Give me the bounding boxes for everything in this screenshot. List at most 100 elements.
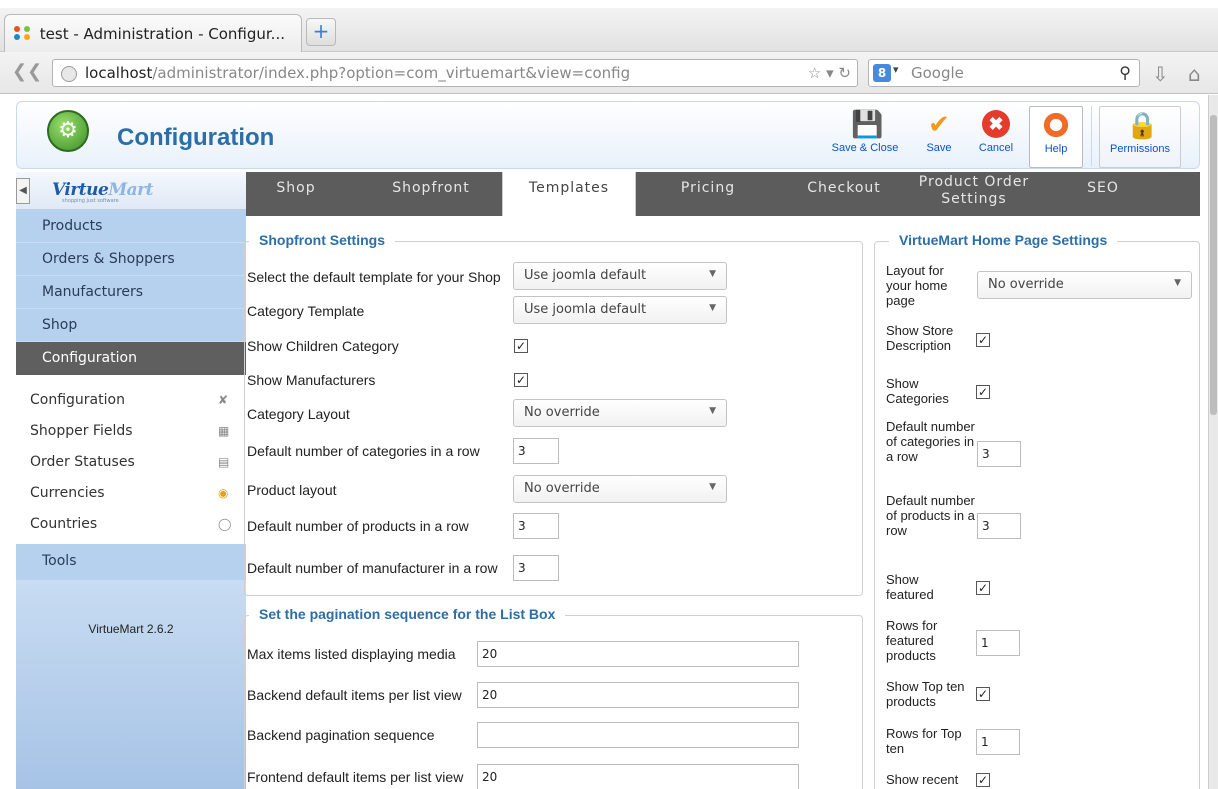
default-template-select[interactable]: Use joomla default ▼ bbox=[513, 262, 727, 290]
browser-tab[interactable]: test - Administration - Configur... bbox=[4, 14, 302, 52]
search-engine-icon[interactable]: 8 bbox=[873, 64, 891, 82]
tab-shop[interactable]: Shop bbox=[246, 172, 346, 216]
show-categories-checkbox[interactable]: ✓ bbox=[976, 385, 990, 399]
show-manufacturers-checkbox[interactable]: ✓ bbox=[514, 373, 528, 387]
category-layout-label: Category Layout bbox=[247, 406, 350, 422]
submenu-item-shopper-fields[interactable]: Shopper Fields ▦ bbox=[16, 416, 246, 447]
save-close-label: Save & Close bbox=[831, 142, 899, 154]
show-children-category-checkbox[interactable]: ✓ bbox=[514, 339, 528, 353]
close-icon: ✖ bbox=[982, 110, 1010, 138]
url-host: localhost bbox=[85, 64, 153, 82]
search-bar[interactable]: 8 ▾ Google ⚲ bbox=[868, 59, 1140, 87]
save-button[interactable]: ✔ Save bbox=[913, 106, 965, 168]
sidebar-item-orders-shoppers[interactable]: Orders & Shoppers bbox=[16, 243, 246, 276]
category-template-select[interactable]: Use joomla default ▼ bbox=[513, 296, 727, 324]
save-close-button[interactable]: 💾 Save & Close bbox=[823, 106, 907, 168]
submenu-item-currencies[interactable]: Currencies ◉ bbox=[16, 478, 246, 509]
manufacturers-per-row-input[interactable]: 3 bbox=[513, 555, 559, 581]
logo-tagline: shopping just software bbox=[62, 198, 119, 204]
show-topten-checkbox[interactable]: ✓ bbox=[976, 687, 990, 701]
max-media-input[interactable]: 20 bbox=[477, 641, 799, 667]
home-icon[interactable]: ⌂ bbox=[1188, 62, 1201, 86]
collapse-sidebar-icon[interactable]: ◀ bbox=[16, 178, 30, 204]
select-value: No override bbox=[988, 277, 1064, 292]
tab-shopfront[interactable]: Shopfront bbox=[376, 172, 486, 216]
tools-icon: ✘ bbox=[218, 393, 229, 407]
tab-pricing[interactable]: Pricing bbox=[658, 172, 758, 216]
help-button[interactable]: Help bbox=[1029, 106, 1083, 168]
show-featured-checkbox[interactable]: ✓ bbox=[976, 581, 990, 595]
url-bar[interactable]: localhost/administrator/index.php?option… bbox=[52, 59, 858, 87]
form-icon: ▦ bbox=[218, 424, 230, 438]
category-layout-select[interactable]: No override ▼ bbox=[513, 399, 727, 427]
chevron-down-icon: ▼ bbox=[709, 406, 716, 416]
tab-product-order-settings[interactable]: Product Order Settings bbox=[914, 172, 1034, 216]
product-layout-select[interactable]: No override ▼ bbox=[513, 475, 727, 503]
back-arrow-icon[interactable]: ❮❮ bbox=[12, 61, 42, 85]
show-featured-label: Show featured bbox=[886, 572, 934, 602]
backend-items-input[interactable]: 20 bbox=[477, 682, 799, 708]
page-viewport: ⚙ Configuration 💾 Save & Close ✔ Save ✖ … bbox=[0, 95, 1208, 789]
home-products-per-row-input[interactable]: 3 bbox=[977, 513, 1021, 539]
tab-checkout[interactable]: Checkout bbox=[794, 172, 894, 216]
home-layout-select[interactable]: No override ▼ bbox=[977, 271, 1192, 299]
sidebar-logo-row: ◀ VirtueMart shopping just software bbox=[16, 172, 246, 210]
url-path: /administrator/index.php?option=com_virt… bbox=[152, 64, 631, 82]
submenu-item-countries[interactable]: Countries ◯ bbox=[16, 509, 246, 540]
cancel-button[interactable]: ✖ Cancel bbox=[969, 106, 1023, 168]
page-scrollbar[interactable] bbox=[1208, 95, 1218, 789]
sidebar-item-products[interactable]: Products bbox=[16, 210, 246, 243]
home-categories-per-row-label: Default number of categories in a row bbox=[886, 419, 975, 464]
products-per-row-input[interactable]: 3 bbox=[513, 513, 559, 539]
search-icon[interactable]: ⚲ bbox=[1119, 63, 1131, 82]
sidebar-item-configuration[interactable]: Configuration bbox=[16, 342, 246, 375]
admin-header: ⚙ Configuration 💾 Save & Close ✔ Save ✖ … bbox=[16, 101, 1200, 169]
download-icon[interactable]: ⇩ bbox=[1152, 62, 1169, 86]
permissions-label: Permissions bbox=[1110, 143, 1170, 155]
window-top-edge bbox=[0, 0, 1218, 8]
tab-seo[interactable]: SEO bbox=[1068, 172, 1138, 216]
virtuemart-logo[interactable]: VirtueMart bbox=[52, 180, 153, 200]
products-per-row-label: Default number of products in a row bbox=[247, 518, 469, 534]
sidebar-item-tools[interactable]: Tools bbox=[16, 544, 246, 580]
submenu-item-configuration[interactable]: Configuration ✘ bbox=[16, 385, 246, 416]
topten-rows-input[interactable]: 1 bbox=[976, 729, 1020, 755]
show-store-description-checkbox[interactable]: ✓ bbox=[976, 333, 990, 347]
show-categories-label: Show Categories bbox=[886, 376, 949, 406]
checkmark-icon: ✔ bbox=[928, 109, 950, 139]
select-value: Use joomla default bbox=[524, 302, 647, 317]
submenu-item-order-statuses[interactable]: Order Statuses ▤ bbox=[16, 447, 246, 478]
bookmark-star-icon[interactable]: ☆ ▾ ↻ bbox=[808, 64, 851, 82]
new-tab-button[interactable]: + bbox=[306, 18, 336, 46]
sidebar-item-shop[interactable]: Shop bbox=[16, 309, 246, 342]
homepage-settings-legend: VirtueMart Home Page Settings bbox=[889, 232, 1118, 248]
frontend-items-label: Frontend default items per list view bbox=[247, 769, 464, 785]
frontend-items-input[interactable]: 20 bbox=[477, 764, 799, 789]
sidebar: ◀ VirtueMart shopping just software Prod… bbox=[16, 172, 246, 789]
document-icon: ▤ bbox=[218, 455, 230, 469]
categories-per-row-input[interactable]: 3 bbox=[513, 438, 559, 464]
backend-sequence-label: Backend pagination sequence bbox=[247, 727, 435, 743]
home-products-per-row-label: Default number of products in a row bbox=[886, 493, 975, 538]
category-template-label: Category Template bbox=[247, 303, 365, 319]
home-categories-per-row-input[interactable]: 3 bbox=[977, 441, 1021, 467]
tab-templates[interactable]: Templates bbox=[502, 172, 636, 216]
sidebar-item-manufacturers[interactable]: Manufacturers bbox=[16, 276, 246, 309]
scrollbar-thumb[interactable] bbox=[1210, 115, 1217, 415]
show-children-category-label: Show Children Category bbox=[247, 338, 399, 354]
configuration-wrench-icon: ⚙ bbox=[47, 110, 89, 152]
backend-sequence-input[interactable] bbox=[477, 722, 799, 748]
featured-rows-input[interactable]: 1 bbox=[976, 630, 1020, 656]
search-engine-dropdown-icon[interactable]: ▾ bbox=[893, 63, 899, 76]
browser-tab-bar: test - Administration - Configur... + bbox=[0, 8, 1218, 52]
chevron-down-icon: ▼ bbox=[709, 303, 716, 313]
show-recent-label: Show recent bbox=[886, 772, 959, 787]
select-value: Use joomla default bbox=[524, 268, 647, 283]
permissions-button[interactable]: 🔒 Permissions bbox=[1099, 106, 1181, 168]
site-identity-icon[interactable] bbox=[61, 66, 77, 82]
default-template-label: Select the default template for your Sho… bbox=[247, 269, 501, 285]
submenu-label: Shopper Fields bbox=[30, 423, 133, 439]
shopfront-settings-legend: Shopfront Settings bbox=[249, 232, 395, 248]
version-label: VirtueMart 2.6.2 bbox=[16, 580, 246, 789]
show-recent-checkbox[interactable]: ✓ bbox=[976, 773, 990, 787]
